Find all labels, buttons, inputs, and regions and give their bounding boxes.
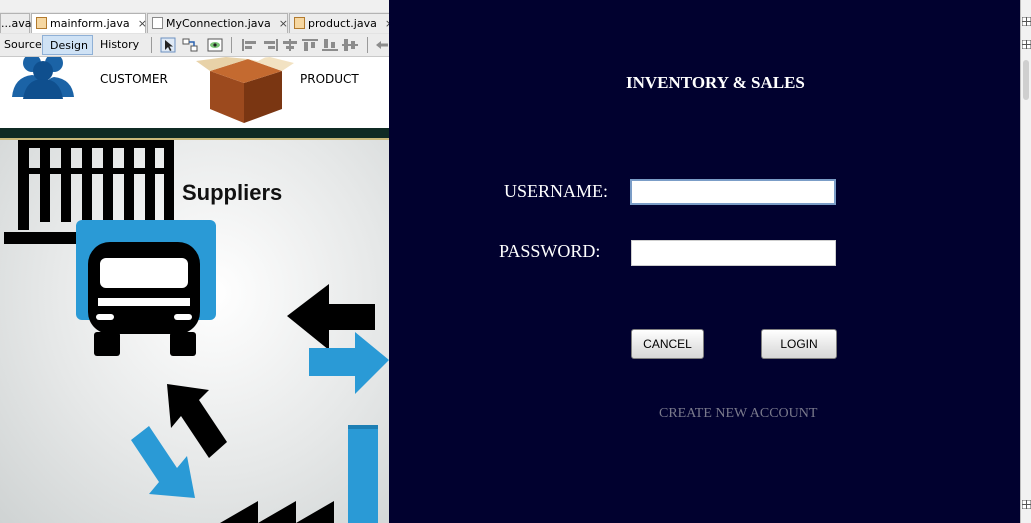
gui-form-icon <box>294 17 305 29</box>
toolbar-separator <box>367 37 368 53</box>
tab-label: MyConnection.java <box>166 17 271 30</box>
align-right-icon[interactable] <box>262 39 278 51</box>
app-title: INVENTORY & SALES <box>626 73 805 92</box>
suppliers-title: Suppliers <box>182 180 283 205</box>
align-top-icon[interactable] <box>302 39 318 51</box>
editor-tab-myconnection[interactable]: MyConnection.java × <box>147 13 288 33</box>
truck-icon <box>76 220 216 356</box>
editor-tab-mainform[interactable]: mainform.java × <box>31 13 147 33</box>
design-view-button[interactable]: Design <box>42 35 93 55</box>
username-label: USERNAME: <box>504 181 609 201</box>
toolbar-separator <box>151 37 152 53</box>
align-left-icon[interactable] <box>242 39 258 51</box>
password-label: PASSWORD: <box>499 241 601 261</box>
password-field[interactable] <box>631 240 836 266</box>
grid-icon[interactable] <box>1022 500 1031 509</box>
history-view-button[interactable]: History <box>96 35 143 55</box>
center-vertically-icon[interactable] <box>342 39 358 51</box>
undo-arrow-icon[interactable] <box>374 37 390 53</box>
ide-background: ...ava mainform.java × MyConnection.java ×… <box>0 0 390 523</box>
suppliers-panel: Suppliers <box>0 140 390 523</box>
cancel-button[interactable]: CANCEL <box>631 329 704 359</box>
tab-label: ...ava <box>1 17 32 30</box>
arrow-icons <box>287 284 389 394</box>
close-icon[interactable]: × <box>279 17 288 30</box>
toolbar-separator <box>231 37 232 53</box>
product-label: PRODUCT <box>300 72 359 86</box>
tab-label: product.java <box>308 17 377 30</box>
editor-tab-bar: ...ava mainform.java × MyConnection.java ×… <box>0 12 390 35</box>
grid-icon[interactable] <box>1022 40 1031 49</box>
login-button[interactable]: LOGIN <box>761 329 837 359</box>
create-new-account-link[interactable]: CREATE NEW ACCOUNT <box>659 406 817 422</box>
selection-mode-icon[interactable] <box>160 37 176 53</box>
connection-mode-icon[interactable] <box>182 37 198 53</box>
scrollbar-thumb[interactable] <box>1023 60 1029 100</box>
tab-label: mainform.java <box>50 17 130 30</box>
close-icon[interactable]: × <box>138 17 147 30</box>
preview-design-icon[interactable] <box>207 37 223 53</box>
login-window: INVENTORY & SALES USERNAME: PASSWORD: CA… <box>389 0 1020 523</box>
java-file-icon <box>152 17 163 29</box>
source-view-button[interactable]: Source <box>0 35 46 55</box>
align-bottom-icon[interactable] <box>322 39 338 51</box>
center-horizontally-icon[interactable] <box>282 39 298 51</box>
editor-tab-product[interactable]: product.java × <box>289 13 390 33</box>
editor-tab-truncated[interactable]: ...ava <box>0 13 32 33</box>
customer-label: CUSTOMER <box>100 72 168 86</box>
customer-icon <box>12 57 74 99</box>
product-box-icon <box>196 57 294 123</box>
gui-form-icon <box>36 17 47 29</box>
design-toolbar: Source Design History <box>0 34 390 57</box>
form-preview-header: CUSTOMER PRODUCT <box>0 57 390 129</box>
factory-icon <box>220 425 378 523</box>
ide-right-edge <box>1020 0 1031 523</box>
grid-icon[interactable] <box>1022 17 1031 26</box>
form-divider-bar <box>0 128 390 140</box>
username-field[interactable] <box>630 179 836 205</box>
